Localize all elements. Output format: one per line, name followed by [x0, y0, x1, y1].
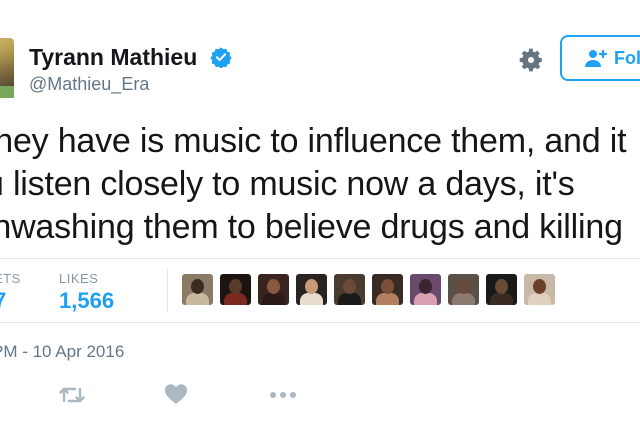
liker-avatar[interactable] [486, 274, 517, 305]
liker-avatar-head [381, 279, 394, 294]
divider-bottom [0, 322, 640, 323]
stats-separator [167, 268, 168, 312]
liker-avatar-body [186, 293, 209, 305]
liker-avatar-head [533, 279, 546, 294]
liker-avatar[interactable] [410, 274, 441, 305]
liker-avatar-body [528, 293, 551, 305]
liker-avatar-head [267, 279, 280, 294]
user-handle[interactable]: @Mathieu_Era [29, 74, 149, 95]
liker-avatar-head [229, 279, 242, 294]
liker-avatar-head [343, 279, 356, 294]
tweet-text-line-3: inwashing them to believe drugs and kill… [0, 208, 623, 246]
divider-top [0, 258, 640, 259]
likes-count[interactable]: 1,566 [59, 288, 114, 314]
liker-avatar-body [490, 293, 513, 305]
likes-label[interactable]: LIKES [59, 271, 98, 286]
display-name-text[interactable]: Tyrann Mathieu [29, 44, 197, 70]
tweet-timestamp[interactable]: PM - 10 Apr 2016 [0, 342, 124, 362]
liker-avatar-head [457, 279, 470, 294]
liker-avatar[interactable] [258, 274, 289, 305]
liker-avatar[interactable] [372, 274, 403, 305]
gear-icon[interactable] [517, 46, 545, 74]
add-user-icon [585, 49, 608, 67]
liker-avatar-head [495, 279, 508, 294]
retweets-count[interactable]: 7 [0, 288, 6, 314]
follow-label: Fol [614, 47, 640, 68]
liker-avatar[interactable] [220, 274, 251, 305]
tweet-text-line-2: u listen closely to music now a days, it… [0, 165, 575, 203]
liker-avatar-head [191, 279, 204, 294]
liker-avatar-body [262, 293, 285, 305]
liker-avatar-body [338, 293, 361, 305]
liker-avatar[interactable] [182, 274, 213, 305]
tweet-text-line-1: they have is music to influence them, an… [0, 122, 627, 160]
liker-avatar-body [452, 293, 475, 305]
liker-avatar-head [419, 279, 432, 294]
verified-badge-icon [210, 47, 232, 68]
liker-avatar-body [414, 293, 437, 305]
heart-icon[interactable] [164, 383, 188, 405]
liker-avatar-body [224, 293, 247, 305]
more-dots-icon[interactable] [269, 391, 297, 399]
retweet-icon[interactable] [58, 384, 86, 406]
liker-avatar[interactable] [296, 274, 327, 305]
liker-avatar-head [305, 279, 318, 294]
follow-button[interactable]: Fol [560, 35, 640, 81]
profile-avatar[interactable] [0, 38, 14, 98]
liker-avatar[interactable] [334, 274, 365, 305]
retweets-label[interactable]: ETS [0, 271, 21, 286]
liker-avatar-body [300, 293, 323, 305]
liker-avatar[interactable] [448, 274, 479, 305]
liker-avatar[interactable] [524, 274, 555, 305]
liker-avatar-body [376, 293, 399, 305]
likers-avatar-list [182, 274, 555, 305]
display-name[interactable]: Tyrann Mathieu [29, 44, 232, 71]
